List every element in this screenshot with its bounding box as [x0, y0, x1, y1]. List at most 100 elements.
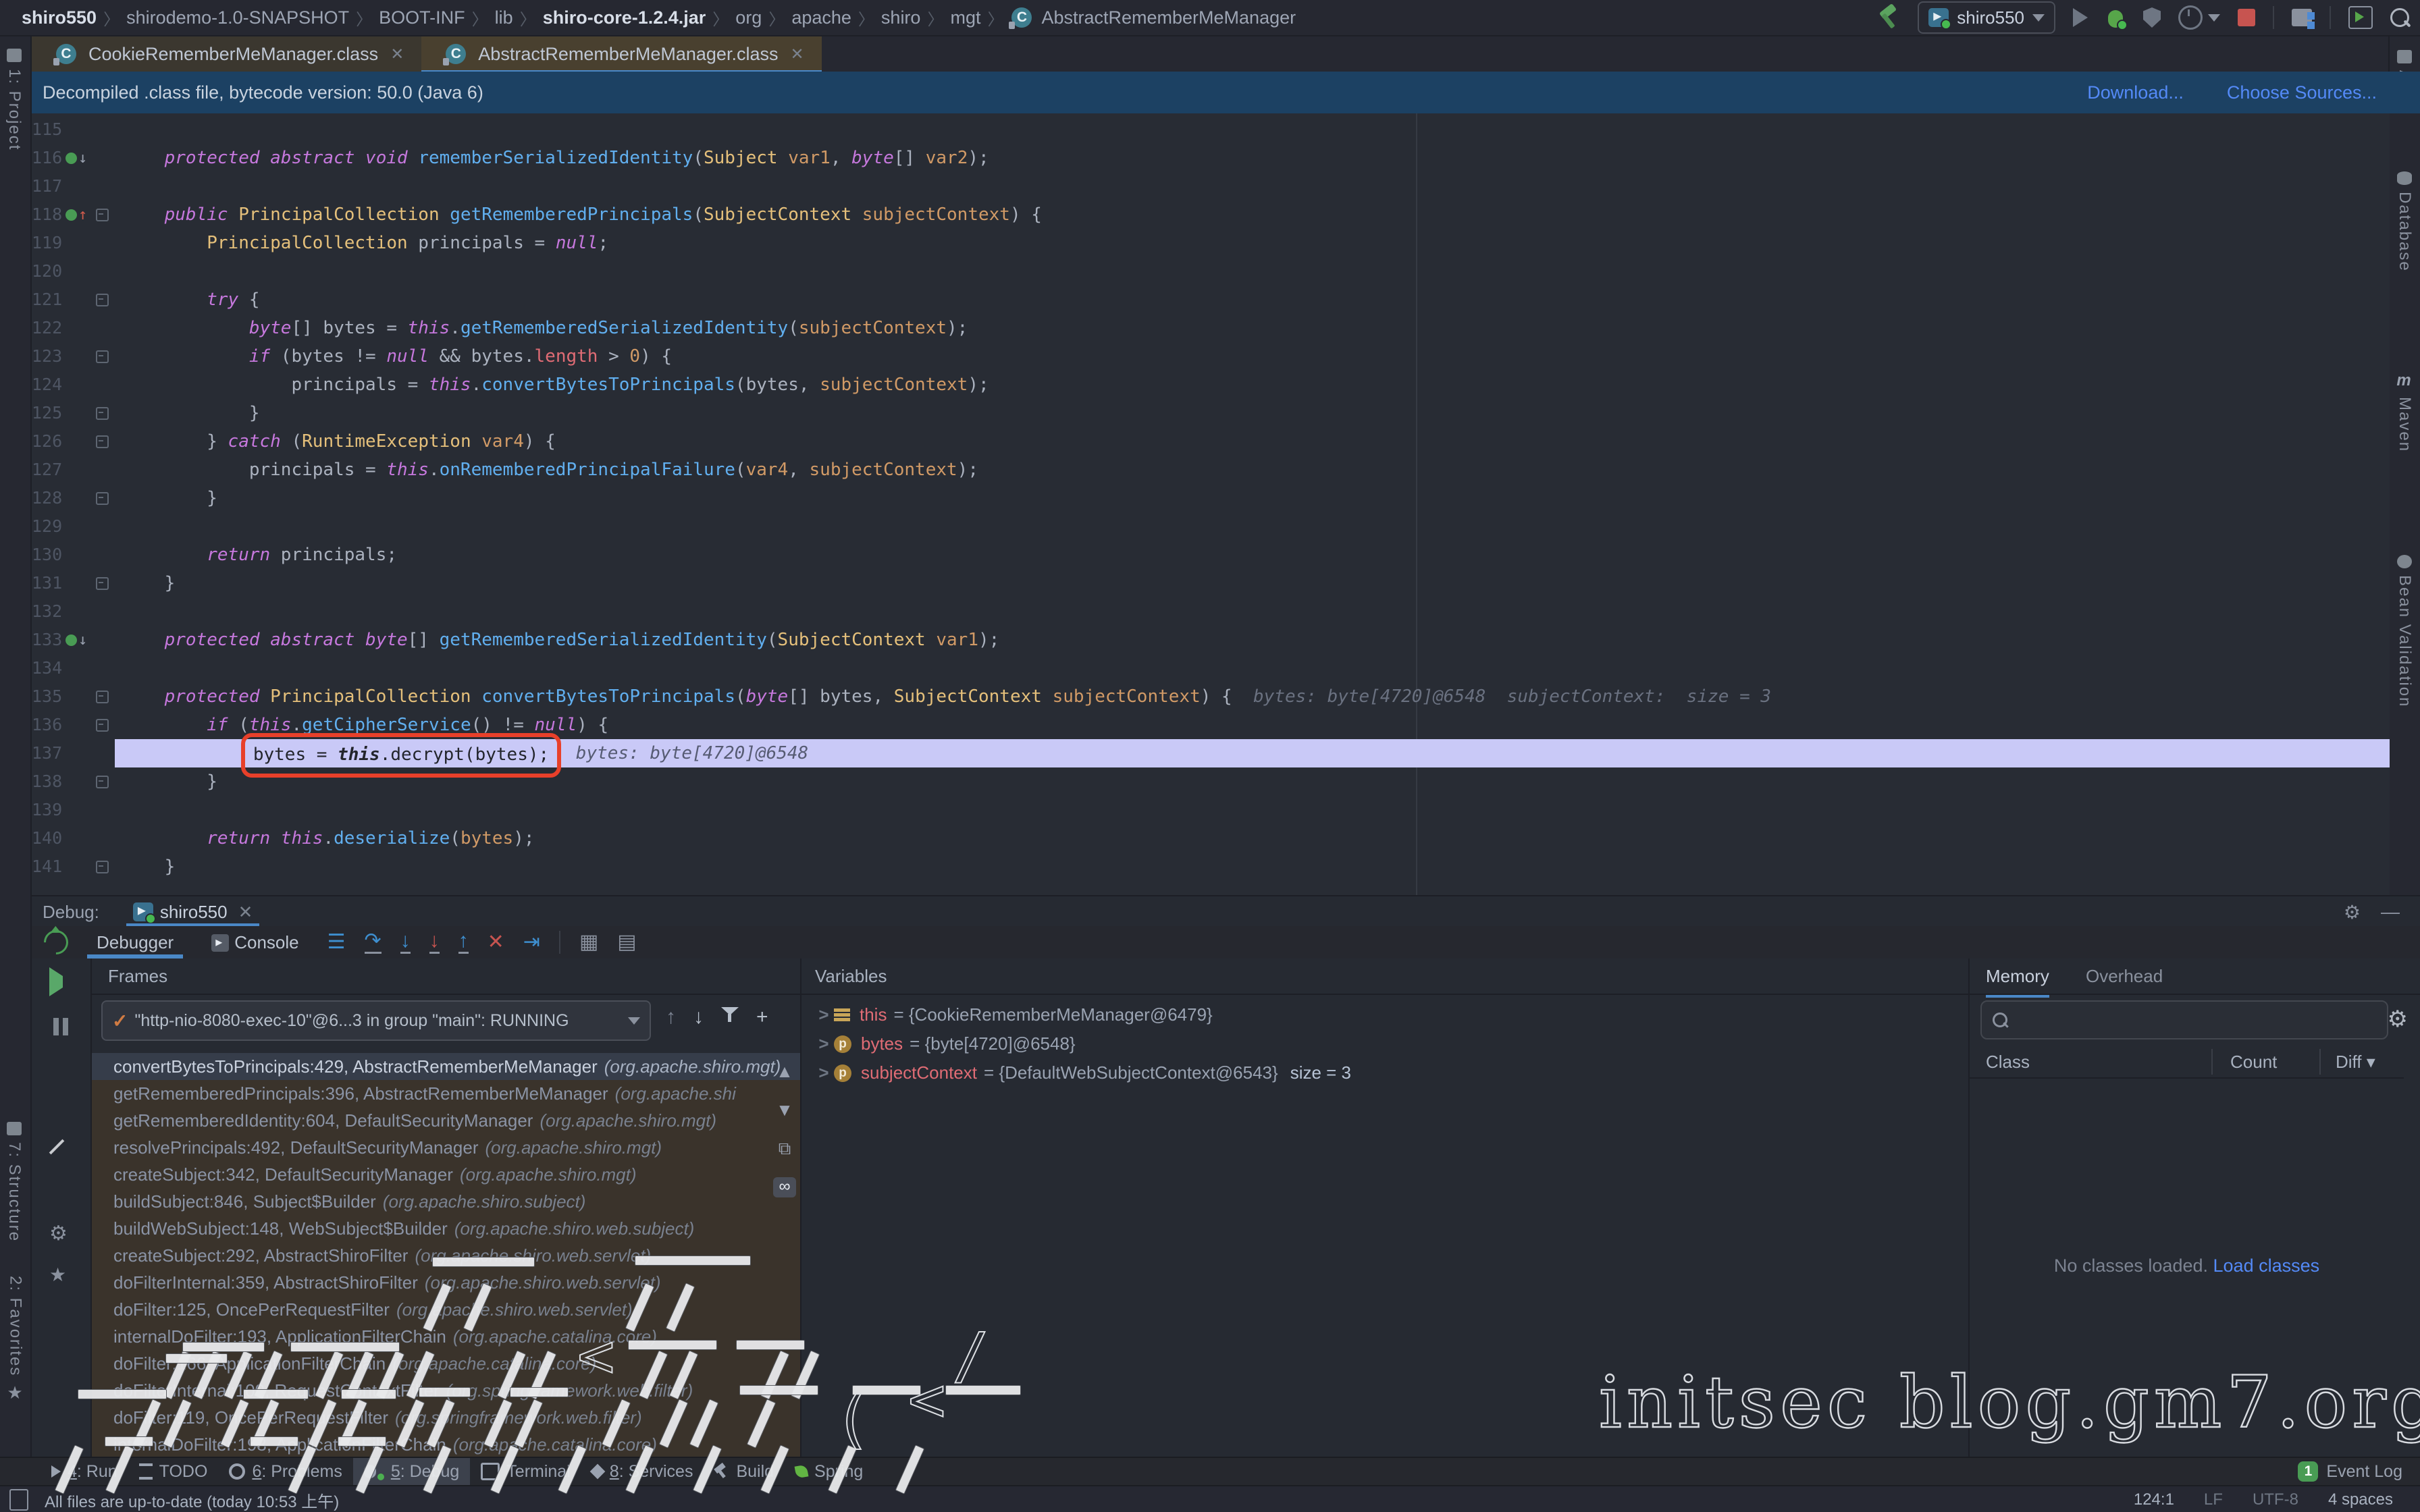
run-icon[interactable]: [2073, 8, 2088, 27]
breadcrumb-item[interactable]: lib: [495, 7, 513, 28]
layout-icon[interactable]: ☰: [327, 932, 346, 952]
fold-icon[interactable]: [96, 861, 109, 873]
line-number[interactable]: 121: [32, 286, 62, 314]
code-line[interactable]: 119 PrincipalCollection principals = nul…: [32, 229, 2390, 257]
code-line[interactable]: 128 }: [32, 484, 2390, 512]
code-line[interactable]: 129: [32, 512, 2390, 541]
run-to-cursor-icon[interactable]: ⇥: [523, 932, 540, 952]
mute-breakpoints-icon[interactable]: [49, 1139, 72, 1162]
frame-row[interactable]: internalDoFilter:193, ApplicationFilterC…: [92, 1431, 800, 1457]
line-number[interactable]: 124: [32, 371, 62, 399]
sidebar-item-bean-validation[interactable]: Bean Validation: [2395, 555, 2414, 707]
tab-memory[interactable]: Memory: [1986, 959, 2049, 998]
toolwindow-button-terminal[interactable]: Terminal: [470, 1458, 581, 1485]
caret-position[interactable]: 124:1: [2134, 1490, 2174, 1509]
thread-dump-icon[interactable]: [49, 1181, 72, 1204]
line-number[interactable]: 132: [32, 597, 62, 626]
gear-icon[interactable]: ⚙: [2388, 1006, 2408, 1033]
frame-row[interactable]: doFilter:166, ApplicationFilterChain(org…: [92, 1350, 800, 1377]
toolwindow-button-debug[interactable]: 5: Debug: [353, 1458, 470, 1485]
evaluate-expression-icon[interactable]: ▦: [579, 932, 598, 952]
frame-row[interactable]: convertBytesToPrincipals:429, AbstractRe…: [92, 1053, 800, 1080]
tab-abstractremembermemanager[interactable]: C AbstractRememberMeManager.class✕: [421, 36, 821, 72]
fold-icon[interactable]: [96, 577, 109, 590]
file-encoding[interactable]: UTF-8: [2253, 1490, 2298, 1509]
step-over-icon[interactable]: ↷: [365, 931, 382, 954]
toolwindow-button-run[interactable]: 4: Run: [41, 1458, 128, 1485]
fold-icon[interactable]: [96, 294, 109, 306]
filter-icon[interactable]: [721, 1006, 739, 1023]
expand-chevron-icon[interactable]: >: [814, 1033, 834, 1054]
code-line[interactable]: 115: [32, 115, 2390, 144]
scroll-up-icon[interactable]: ▲: [776, 1061, 793, 1082]
breadcrumb-item[interactable]: org: [735, 7, 762, 28]
line-number[interactable]: 128: [32, 484, 62, 512]
sidebar-item-project[interactable]: 1: Project: [5, 49, 24, 151]
tab-console[interactable]: Console: [202, 926, 308, 959]
frame-row[interactable]: createSubject:292, AbstractShiroFilter(o…: [92, 1242, 800, 1269]
frame-row[interactable]: createSubject:342, DefaultSecurityManage…: [92, 1161, 800, 1188]
line-number[interactable]: 129: [32, 512, 62, 541]
pin-icon[interactable]: ★: [49, 1264, 72, 1287]
run-anything-icon[interactable]: [2348, 6, 2373, 29]
line-number[interactable]: 135: [32, 682, 62, 711]
line-number[interactable]: 137: [32, 739, 62, 767]
column-class[interactable]: Class: [1986, 1046, 2030, 1077]
breadcrumb-item[interactable]: AbstractRememberMeManager: [1041, 7, 1296, 28]
gear-icon[interactable]: ⚙: [2344, 901, 2361, 923]
rerun-icon[interactable]: [39, 925, 74, 960]
line-number[interactable]: 120: [32, 257, 62, 286]
implemented-icon[interactable]: ↓: [65, 146, 87, 169]
code-line[interactable]: 133↓ protected abstract byte[] getRememb…: [32, 626, 2390, 654]
sidebar-item-structure[interactable]: 7: Structure: [5, 1122, 24, 1242]
variable-row[interactable]: >psubjectContext= {DefaultWebSubjectCont…: [801, 1058, 1968, 1087]
line-number[interactable]: 136: [32, 711, 62, 739]
memory-search-input[interactable]: [1980, 1000, 2388, 1040]
download-link[interactable]: Download...: [2087, 82, 2184, 103]
code-line[interactable]: 135 protected PrincipalCollection conver…: [32, 682, 2390, 711]
fold-icon[interactable]: [96, 350, 109, 363]
line-number[interactable]: 140: [32, 824, 62, 853]
choose-sources-link[interactable]: Choose Sources...: [2227, 82, 2377, 103]
code-line[interactable]: 131 }: [32, 569, 2390, 597]
fold-icon[interactable]: [96, 209, 109, 221]
line-number[interactable]: 130: [32, 541, 62, 569]
copy-stack-icon[interactable]: ⧉: [779, 1138, 791, 1160]
line-number[interactable]: 115: [32, 115, 62, 144]
frame-down-icon[interactable]: ↓: [693, 1006, 704, 1029]
sidebar-item-maven[interactable]: m Maven: [2395, 371, 2414, 452]
close-icon[interactable]: ✕: [390, 45, 404, 64]
code-line[interactable]: 137 bytes = this.decrypt(bytes); bytes: …: [32, 739, 2390, 767]
toolwindow-button-services[interactable]: 8: Services: [581, 1458, 704, 1485]
code-line[interactable]: 127 principals = this.onRememberedPrinci…: [32, 456, 2390, 484]
breadcrumb-item[interactable]: shiro550: [22, 7, 97, 28]
infinity-icon[interactable]: ∞: [773, 1177, 796, 1197]
gear-icon[interactable]: ⚙: [49, 1222, 72, 1245]
column-diff[interactable]: Diff ▾: [2336, 1046, 2375, 1077]
hide-icon[interactable]: —: [2381, 901, 2400, 923]
frame-row[interactable]: doFilterInternal:359, AbstractShiroFilte…: [92, 1269, 800, 1296]
line-number[interactable]: 126: [32, 427, 62, 456]
line-number[interactable]: 125: [32, 399, 62, 427]
line-number[interactable]: 138: [32, 767, 62, 796]
force-step-into-icon[interactable]: ↓: [429, 931, 440, 954]
tool-window-switcher-icon[interactable]: [9, 1489, 28, 1511]
fold-icon[interactable]: [96, 719, 109, 732]
overridden-icon[interactable]: ↑: [65, 203, 87, 226]
debug-session-tab[interactable]: shiro550 ✕: [126, 896, 260, 927]
profiler-button[interactable]: [2178, 5, 2220, 30]
indent-setting[interactable]: 4 spaces: [2328, 1490, 2393, 1509]
frame-row[interactable]: doFilter:125, OncePerRequestFilter(org.a…: [92, 1296, 800, 1323]
layout-settings-icon[interactable]: ▤: [617, 932, 636, 952]
breadcrumb-item[interactable]: BOOT-INF: [379, 7, 465, 28]
code-line[interactable]: 117: [32, 172, 2390, 200]
tab-cookieremembermemanager[interactable]: C CookieRememberMeManager.class✕: [32, 36, 421, 72]
code-line[interactable]: 132: [32, 597, 2390, 626]
frame-row[interactable]: getRememberedPrincipals:396, AbstractRem…: [92, 1080, 800, 1107]
close-icon[interactable]: ✕: [790, 45, 804, 64]
code-line[interactable]: 125 }: [32, 399, 2390, 427]
code-line[interactable]: 130 return principals;: [32, 541, 2390, 569]
step-out-icon[interactable]: ↑: [458, 931, 469, 954]
line-number[interactable]: 118: [32, 200, 62, 229]
expand-chevron-icon[interactable]: >: [814, 1062, 834, 1083]
